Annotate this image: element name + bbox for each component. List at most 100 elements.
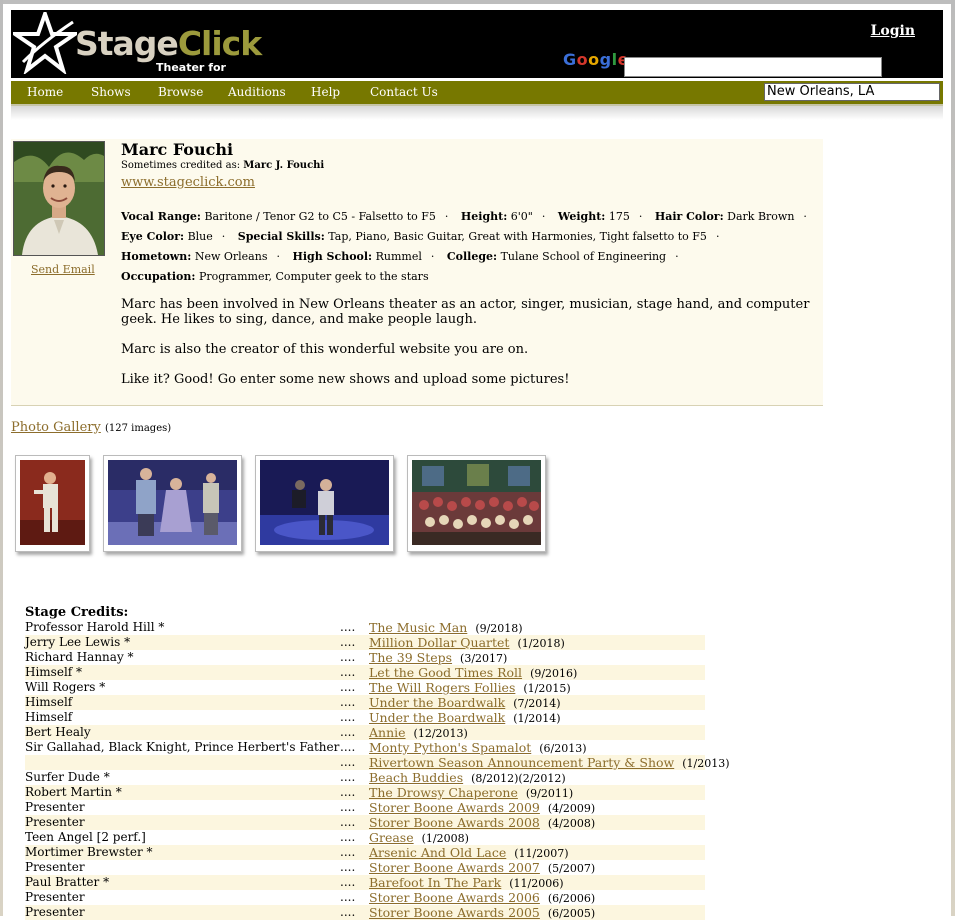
fact-label: High School: — [292, 250, 373, 263]
credit-show-link[interactable]: Under the Boardwalk — [369, 695, 505, 710]
credit-show-link[interactable]: The Drowsy Chaperone — [369, 785, 518, 800]
send-email-link[interactable]: Send Email — [31, 263, 95, 276]
credit-row: Will Rogers *.... The Will Rogers Follies… — [25, 680, 705, 695]
credit-role: Presenter — [25, 890, 85, 904]
fact-label: Weight: — [557, 210, 606, 223]
fact-value: Baritone / Tenor G2 to C5 - Falsetto to … — [204, 210, 436, 223]
credit-show: Monty Python's Spamalot (6/2013) — [369, 740, 587, 756]
credit-show: Annie (12/2013) — [369, 725, 468, 741]
credit-role: Surfer Dude * — [25, 770, 110, 784]
credit-show-link[interactable]: Grease — [369, 830, 414, 845]
credit-show-link[interactable]: Beach Buddies — [369, 770, 463, 785]
credit-show-link[interactable]: Storer Boone Awards 2008 — [369, 815, 540, 830]
login-link[interactable]: Login — [871, 23, 915, 39]
nav-home[interactable]: Home — [27, 85, 63, 99]
credit-role: Sir Gallahad, Black Knight, Prince Herbe… — [25, 740, 340, 754]
nav-browse[interactable]: Browse — [158, 85, 203, 99]
credit-role: Jerry Lee Lewis * — [25, 635, 131, 649]
site-header: StageClick Theater for everyone Login Go… — [11, 10, 943, 87]
credit-show-link[interactable]: Barefoot In The Park — [369, 875, 501, 890]
credit-show-link[interactable]: The Music Man — [369, 620, 467, 635]
logo-wordmark: StageClick — [75, 24, 262, 63]
fact-value: Programmer, Computer geek to the stars — [198, 270, 429, 283]
gallery-header: Photo Gallery (127 images) — [11, 420, 171, 435]
credit-row: Presenter.... Storer Boone Awards 2009 (4/… — [25, 800, 705, 815]
photo-gallery-link[interactable]: Photo Gallery — [11, 420, 101, 435]
fact-value: Tap, Piano, Basic Guitar, Great with Har… — [328, 230, 707, 243]
credit-show-link[interactable]: Rivertown Season Announcement Party & Sh… — [369, 755, 674, 770]
credit-date: (3/2017) — [460, 652, 508, 665]
credit-show-link[interactable]: Let the Good Times Roll — [369, 665, 522, 680]
fact-label: Hair Color: — [654, 210, 724, 223]
credit-show-link[interactable]: Million Dollar Quartet — [369, 635, 509, 650]
gallery-thumbnail[interactable] — [15, 455, 90, 552]
nav-shows[interactable]: Shows — [91, 85, 131, 99]
logo-click-text: Click — [177, 24, 262, 63]
credit-show: Arsenic And Old Lace (11/2007) — [369, 845, 569, 861]
credit-show-link[interactable]: Annie — [369, 725, 406, 740]
credit-show: Let the Good Times Roll (9/2016) — [369, 665, 577, 681]
credit-row: Himself.... Under the Boardwalk (7/2014) — [25, 695, 705, 710]
gallery-thumbnail[interactable] — [407, 455, 546, 552]
stageclick-logo[interactable]: StageClick Theater for everyone — [13, 12, 273, 87]
fact-label: Special Skills: — [237, 230, 325, 243]
credit-row: Presenter.... Storer Boone Awards 2006 (6/… — [25, 890, 705, 905]
credit-show-link[interactable]: Under the Boardwalk — [369, 710, 505, 725]
credit-date: (6/2005) — [547, 907, 596, 920]
credit-show: Million Dollar Quartet (1/2018) — [369, 635, 565, 651]
credit-separator: .... — [340, 620, 356, 634]
credit-row: Jerry Lee Lewis *.... Million Dollar Quar… — [25, 635, 705, 650]
fact-value: Tulane School of Engineering — [500, 250, 667, 263]
credit-date: (1/2018) — [517, 637, 565, 650]
credit-row: Paul Bratter *.... Barefoot In The Park (1… — [25, 875, 705, 890]
fact-label: Eye Color: — [121, 230, 185, 243]
aka-value: Marc J. Fouchi — [243, 160, 325, 171]
credit-date: (4/2009) — [547, 802, 596, 815]
profile-photo — [13, 141, 105, 256]
facts-line-3: Hometown: New Orleans · High School: Rumm… — [121, 250, 679, 263]
credit-show: Storer Boone Awards 2009 (4/2009) — [369, 800, 595, 816]
google-search-input[interactable] — [624, 57, 882, 77]
location-input[interactable]: New Orleans, LA — [764, 83, 940, 101]
profile-facts: Vocal Range: Baritone / Tenor G2 to C5 -… — [121, 207, 821, 287]
credit-show-link[interactable]: Storer Boone Awards 2006 — [369, 890, 540, 905]
credit-row: Surfer Dude *.... Beach Buddies (8/2012)(2… — [25, 770, 705, 785]
credit-date: (9/2011) — [525, 787, 574, 800]
gallery-thumbnail[interactable] — [255, 455, 394, 552]
credit-separator: .... — [340, 800, 356, 814]
fact-value: New Orleans — [194, 250, 268, 263]
credit-row: Himself *.... Let the Good Times Roll (9/2… — [25, 665, 705, 680]
credit-separator: .... — [340, 890, 356, 904]
credit-show-link[interactable]: Storer Boone Awards 2005 — [369, 905, 540, 920]
fact-value: 6'0" — [510, 210, 533, 223]
credit-show-link[interactable]: Storer Boone Awards 2007 — [369, 860, 540, 875]
credit-show: Grease (1/2008) — [369, 830, 469, 846]
bio-paragraph: Like it? Good! Go enter some new shows a… — [121, 372, 570, 387]
nav-help[interactable]: Help — [311, 85, 340, 99]
credit-date: (6/2013) — [539, 742, 587, 755]
bio-paragraph: Marc has been involved in New Orleans th… — [121, 297, 810, 327]
credit-separator: .... — [340, 830, 356, 844]
window-frame-right — [951, 0, 955, 916]
credit-show-link[interactable]: Monty Python's Spamalot — [369, 740, 531, 755]
credit-show-link[interactable]: Storer Boone Awards 2009 — [369, 800, 540, 815]
aka-label: Sometimes credited as: — [121, 160, 241, 171]
credit-date: (7/2014) — [513, 697, 561, 710]
bio-paragraph: Marc is also the creator of this wonderf… — [121, 342, 529, 357]
facts-line-4: Occupation: Programmer, Computer geek to… — [121, 267, 821, 287]
credit-show-link[interactable]: The Will Rogers Follies — [369, 680, 515, 695]
credit-separator: .... — [340, 695, 356, 709]
credit-role: Professor Harold Hill * — [25, 620, 165, 634]
credit-show: The Music Man (9/2018) — [369, 620, 523, 636]
website-link[interactable]: www.stageclick.com — [121, 175, 255, 190]
stage-credits-list: Professor Harold Hill *.... The Music Man… — [25, 620, 730, 920]
nav-contact-us[interactable]: Contact Us — [370, 85, 438, 99]
credit-show-link[interactable]: The 39 Steps — [369, 650, 452, 665]
fact-value: Rummel — [375, 250, 422, 263]
credit-separator: .... — [340, 710, 356, 724]
logo-stage-text: Stage — [75, 24, 179, 63]
credit-role: Robert Martin * — [25, 785, 122, 799]
gallery-thumbnail[interactable] — [103, 455, 242, 552]
nav-auditions[interactable]: Auditions — [228, 85, 286, 99]
credit-show-link[interactable]: Arsenic And Old Lace — [369, 845, 506, 860]
